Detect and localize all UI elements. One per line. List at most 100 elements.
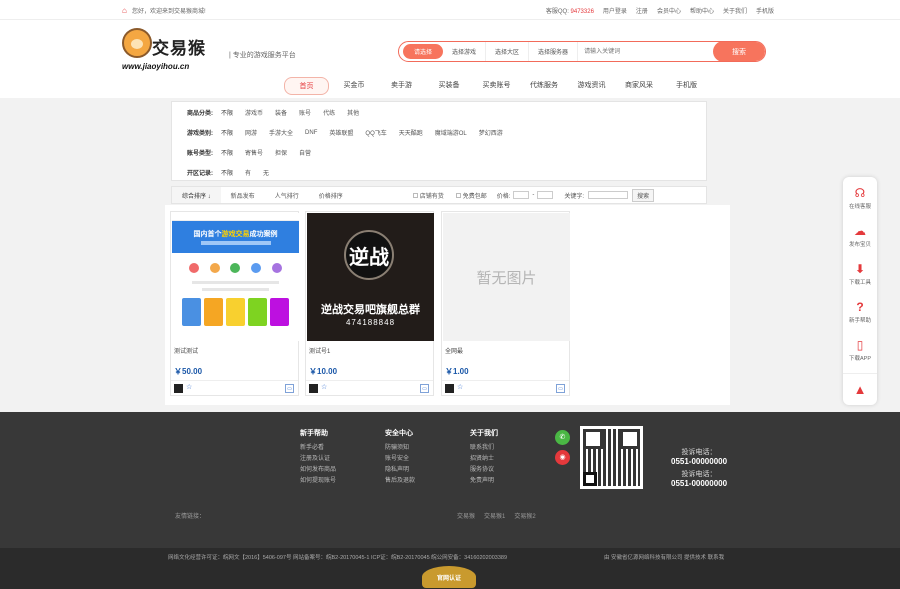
filter-option[interactable]: 网游: [245, 128, 257, 137]
back-to-top-button[interactable]: ▲: [843, 373, 877, 405]
filter-option[interactable]: 不限: [221, 168, 233, 177]
home-icon[interactable]: ⌂: [122, 7, 129, 15]
nav-buy-equipment[interactable]: 买装备: [427, 77, 472, 95]
nav-buy-gold[interactable]: 买金币: [332, 77, 377, 95]
product-card[interactable]: 暂无图片 全网最 ￥1.00 ☆ ▭: [441, 211, 570, 396]
filter-option[interactable]: 有: [245, 168, 251, 177]
filter-search-button[interactable]: 搜索: [632, 188, 655, 202]
footer-link[interactable]: 隐私声明: [385, 465, 415, 476]
help-center-link[interactable]: 帮助中心: [690, 6, 714, 15]
sort-popular[interactable]: 人气排行: [265, 187, 309, 203]
search-type-server[interactable]: 选择服务器: [529, 42, 579, 61]
mobile-link[interactable]: 手机版: [756, 6, 774, 15]
checkbox-box[interactable]: [412, 192, 418, 198]
about-link[interactable]: 关于我们: [723, 6, 747, 15]
product-image[interactable]: 暂无图片: [443, 213, 570, 341]
side-help[interactable]: ? 新手帮助: [843, 295, 877, 333]
footer-link[interactable]: 如何提现账号: [300, 476, 336, 487]
friend-link[interactable]: 交易猴: [457, 511, 475, 520]
sort-price[interactable]: 价格排序: [309, 187, 353, 203]
cart-icon[interactable]: ▭: [420, 384, 429, 393]
filter-option[interactable]: 寄售号: [245, 148, 263, 157]
filter-option[interactable]: 装备: [275, 108, 287, 117]
side-download[interactable]: ⬇ 下载工具: [843, 257, 877, 295]
weibo-icon[interactable]: ◉: [555, 450, 570, 465]
filter-option[interactable]: DNF: [305, 130, 317, 136]
keyword-input[interactable]: [588, 191, 629, 199]
footer-link[interactable]: 账号安全: [385, 454, 415, 465]
footer-link[interactable]: 注册及认证: [300, 454, 336, 465]
product-title[interactable]: 测试号1: [309, 346, 330, 355]
footer-link[interactable]: 如何发布商品: [300, 465, 336, 476]
filter-option[interactable]: 不限: [221, 148, 233, 157]
wechat-icon[interactable]: ✆: [555, 430, 570, 445]
site-logo[interactable]: 交易猴 www.jiaoyihou.cn: [122, 28, 217, 71]
footer-link[interactable]: 防骗须知: [385, 443, 415, 454]
product-title[interactable]: 全网最: [445, 346, 463, 355]
register-link[interactable]: 注册: [636, 6, 648, 15]
cart-icon[interactable]: ▭: [285, 384, 294, 393]
filter-option[interactable]: 英雄联盟: [329, 128, 353, 137]
login-link[interactable]: 用户登录: [603, 6, 627, 15]
product-image[interactable]: 国内首个游戏交易成功案例: [172, 213, 299, 341]
side-label: 发布宝贝: [848, 242, 871, 248]
nav-news[interactable]: 游戏资讯: [569, 77, 614, 95]
checkbox-box[interactable]: [455, 192, 461, 198]
side-publish[interactable]: ☁ 发布宝贝: [843, 219, 877, 257]
product-title[interactable]: 测试测试: [174, 346, 198, 355]
sort-bar: 综合排序 ↓ 新品发布 人气排行 价格排序 店铺有货 免费包邮 价格: - 关键…: [171, 186, 707, 204]
filter-option[interactable]: 不限: [221, 128, 233, 137]
product-image[interactable]: 逆战 逆战交易吧旗舰总群 474188848: [307, 213, 434, 341]
in-stock-checkbox[interactable]: 店铺有货: [412, 191, 444, 200]
footer-link[interactable]: 联系我们: [470, 443, 498, 454]
footer-link[interactable]: 售后及退款: [385, 476, 415, 487]
filter-option[interactable]: 魔域端游OL: [435, 128, 467, 137]
search-button[interactable]: 搜索: [713, 42, 765, 61]
search-type-all[interactable]: 请选择: [403, 44, 444, 59]
member-center-link[interactable]: 会员中心: [657, 6, 681, 15]
filter-option[interactable]: 无: [263, 168, 269, 177]
price-min-input[interactable]: [513, 191, 530, 199]
price-max-input[interactable]: [537, 191, 554, 199]
certification-badge[interactable]: 官网认证: [418, 566, 480, 589]
friend-link[interactable]: 交易猴2: [514, 511, 535, 520]
filter-option[interactable]: 自营: [299, 148, 311, 157]
search-type-game[interactable]: 选择游戏: [443, 42, 487, 61]
nav-boosting[interactable]: 代练服务: [522, 77, 567, 95]
filter-option[interactable]: 天天酷跑: [399, 128, 423, 137]
nav-merchants[interactable]: 商家风采: [617, 77, 662, 95]
footer-link[interactable]: 招贤纳士: [470, 454, 498, 465]
footer-link[interactable]: 免责声明: [470, 476, 498, 487]
side-app[interactable]: ▯ 下载APP: [843, 333, 877, 371]
nav-sell-mobile[interactable]: 卖手游: [379, 77, 424, 95]
seller-avatar[interactable]: [445, 384, 454, 393]
nav-home[interactable]: 首页: [284, 77, 329, 95]
product-card[interactable]: 逆战 逆战交易吧旗舰总群 474188848 测试号1 ￥10.00 ☆ ▭: [305, 211, 434, 396]
product-card[interactable]: 国内首个游戏交易成功案例 测试测试 ￥50.00 ☆ ▭: [170, 211, 299, 396]
footer-link[interactable]: 新手必看: [300, 443, 336, 454]
sort-default[interactable]: 综合排序 ↓: [172, 187, 221, 203]
filter-option[interactable]: 代练: [323, 108, 335, 117]
nav-mobile[interactable]: 手机版: [664, 77, 709, 95]
seller-avatar[interactable]: [174, 384, 183, 393]
cart-icon[interactable]: ▭: [556, 384, 565, 393]
sort-new[interactable]: 新品发布: [221, 187, 265, 203]
filter-option[interactable]: 梦幻西游: [479, 128, 503, 137]
filter-option[interactable]: 担保: [275, 148, 287, 157]
filter-option[interactable]: 其他: [347, 108, 359, 117]
thumb-line: [202, 288, 269, 291]
footer-link[interactable]: 服务协议: [470, 465, 498, 476]
friend-link[interactable]: 交易猴1: [484, 511, 505, 520]
nav-accounts[interactable]: 买卖账号: [474, 77, 519, 95]
filter-option[interactable]: 手游大全: [269, 128, 293, 137]
side-customer-service[interactable]: ☊ 在线客服: [843, 181, 877, 219]
filter-option[interactable]: QQ飞车: [365, 128, 386, 137]
search-type-region[interactable]: 选择大区: [486, 42, 530, 61]
filter-option[interactable]: 账号: [299, 108, 311, 117]
filter-option[interactable]: 游戏币: [245, 108, 263, 117]
filter-option[interactable]: 不限: [221, 108, 233, 117]
footer-col-about: 关于我们 联系我们 招贤纳士 服务协议 免责声明: [470, 428, 498, 487]
free-shipping-checkbox[interactable]: 免费包邮: [455, 191, 487, 200]
seller-avatar[interactable]: [309, 384, 318, 393]
search-input[interactable]: [578, 42, 713, 61]
